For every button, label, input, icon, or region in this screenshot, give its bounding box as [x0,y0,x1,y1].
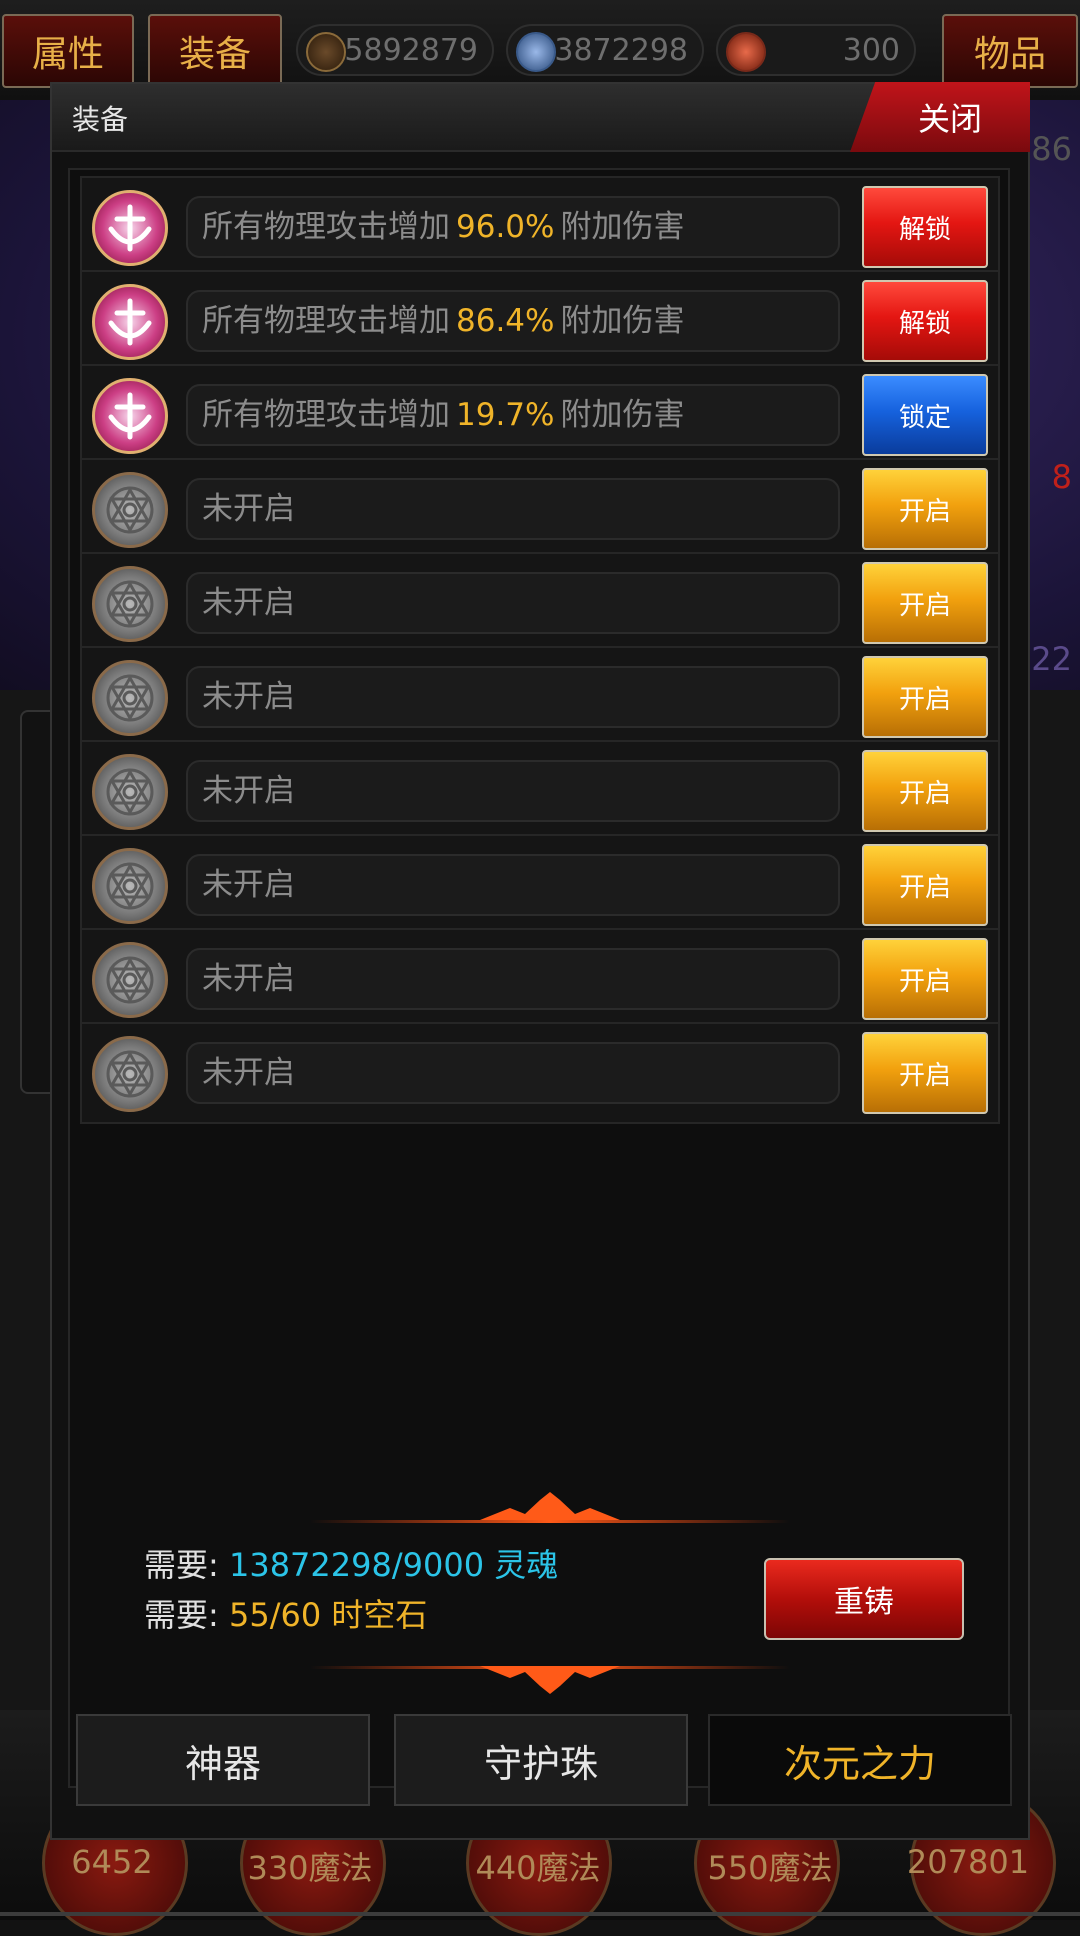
gem-currency: 300 [716,24,916,76]
soul-requirement-value: 13872298/9000 灵魂 [228,1546,559,1584]
tab-guardian-orb[interactable]: 守护珠 [394,1714,688,1806]
slot-row: 未开启 开启 [80,928,1000,1030]
slot-description: 所有物理攻击增加 96.0% 附加伤害 [186,196,840,258]
slot-row: 未开启 开启 [80,1022,1000,1124]
slot-prefix: 所有物理攻击增加 [202,397,450,433]
flame-gem-icon [726,32,766,72]
skill-value: 440魔法 [475,1849,601,1887]
slot-description: 未开启 [186,948,840,1010]
locked-hexagram-icon [92,848,168,924]
tab-artifact[interactable]: 神器 [76,1714,370,1806]
slot-prefix: 所有物理攻击增加 [202,303,450,339]
slot-prefix: 未开启 [202,961,295,997]
dialog-title: 装备 [72,103,129,136]
slot-row: 未开启 开启 [80,646,1000,748]
slot-suffix: 附加伤害 [560,397,685,433]
slot-row: 未开启 开启 [80,740,1000,842]
stone-requirement: 需要: 55/60 时空石 [144,1590,427,1636]
unlock-slot-button[interactable]: 解锁 [862,186,988,268]
tab-equipment[interactable]: 装备 [148,14,282,88]
slot-row: 未开启 开启 [80,458,1000,560]
slot-description: 未开启 [186,666,840,728]
slot-row: 所有物理攻击增加 19.7% 附加伤害 锁定 [80,364,1000,466]
tab-items[interactable]: 物品 [942,14,1078,88]
slot-prefix: 未开启 [202,679,295,715]
hexagram-coin-icon [306,32,346,72]
slot-description: 未开启 [186,478,840,540]
open-slot-button[interactable]: 开启 [862,656,988,738]
equipment-dialog: 装备 关闭 所有物理攻击增加 96.0% 附加伤害 解锁 所有物理攻击增加 86.4% 附加… [50,82,1030,1840]
slot-prefix: 未开启 [202,867,295,903]
bottom-divider [0,1912,1080,1916]
soul-currency: 13872298 [506,24,704,76]
slot-description: 所有物理攻击增加 19.7% 附加伤害 [186,384,840,446]
slot-row: 未开启 开启 [80,834,1000,936]
slot-prefix: 未开启 [202,585,295,621]
slot-description: 未开启 [186,760,840,822]
slot-percent: 19.7% [456,397,555,433]
stone-requirement-value: 55/60 时空石 [228,1596,428,1634]
slot-row: 所有物理攻击增加 86.4% 附加伤害 解锁 [80,270,1000,372]
gold-currency: 5892879 [296,24,494,76]
lock-slot-button[interactable]: 锁定 [862,374,988,456]
slot-suffix: 附加伤害 [560,303,685,339]
anchor-emblem-icon [92,284,168,360]
top-ornament [310,1492,790,1523]
requirement-label: 需要: [144,1596,219,1634]
soul-amount: 13872298 [535,32,688,68]
unlock-slot-button[interactable]: 解锁 [862,280,988,362]
anchor-emblem-icon [92,190,168,266]
gold-amount: 5892879 [344,32,478,68]
slot-row: 未开启 开启 [80,552,1000,654]
slot-description: 未开启 [186,854,840,916]
slot-prefix: 未开启 [202,491,295,527]
requirement-label: 需要: [144,1546,219,1584]
slot-description: 所有物理攻击增加 86.4% 附加伤害 [186,290,840,352]
skill-value: 330魔法 [247,1849,373,1887]
gem-amount: 300 [842,32,900,68]
open-slot-button[interactable]: 开启 [862,750,988,832]
open-slot-button[interactable]: 开启 [862,844,988,926]
slot-percent: 86.4% [456,303,555,339]
tab-attributes[interactable]: 属性 [2,14,134,88]
open-slot-button[interactable]: 开启 [862,468,988,550]
locked-hexagram-icon [92,566,168,642]
bg-stat-2: 8 [1051,458,1072,496]
skill-value: 6452 [71,1843,153,1881]
bg-stat-3: 22 [1031,640,1072,678]
soul-requirement: 需要: 13872298/9000 灵魂 [144,1540,558,1586]
tab-dimension-power[interactable]: 次元之力 [708,1714,1012,1806]
slot-suffix: 附加伤害 [560,209,685,245]
slot-row: 所有物理攻击增加 96.0% 附加伤害 解锁 [80,176,1000,278]
open-slot-button[interactable]: 开启 [862,938,988,1020]
skull-soul-icon [516,32,556,72]
slot-description: 未开启 [186,1042,840,1104]
skill-value: 550魔法 [707,1849,833,1887]
close-button[interactable]: 关闭 [850,82,1030,152]
locked-hexagram-icon [92,754,168,830]
recast-button[interactable]: 重铸 [764,1558,964,1640]
open-slot-button[interactable]: 开启 [862,1032,988,1114]
locked-hexagram-icon [92,660,168,736]
open-slot-button[interactable]: 开启 [862,562,988,644]
slot-prefix: 所有物理攻击增加 [202,209,450,245]
slot-prefix: 未开启 [202,1055,295,1091]
locked-hexagram-icon [92,1036,168,1112]
slot-percent: 96.0% [456,209,555,245]
bg-stat-1: 86 [1031,130,1072,168]
skill-value: 207801 [906,1843,1030,1881]
bottom-ornament [310,1666,790,1694]
dialog-content: 所有物理攻击增加 96.0% 附加伤害 解锁 所有物理攻击增加 86.4% 附加伤害 解锁 所有… [68,168,1010,1788]
slot-prefix: 未开启 [202,773,295,809]
slot-description: 未开启 [186,572,840,634]
locked-hexagram-icon [92,472,168,548]
anchor-emblem-icon [92,378,168,454]
dialog-header: 装备 关闭 [52,82,1030,152]
locked-hexagram-icon [92,942,168,1018]
